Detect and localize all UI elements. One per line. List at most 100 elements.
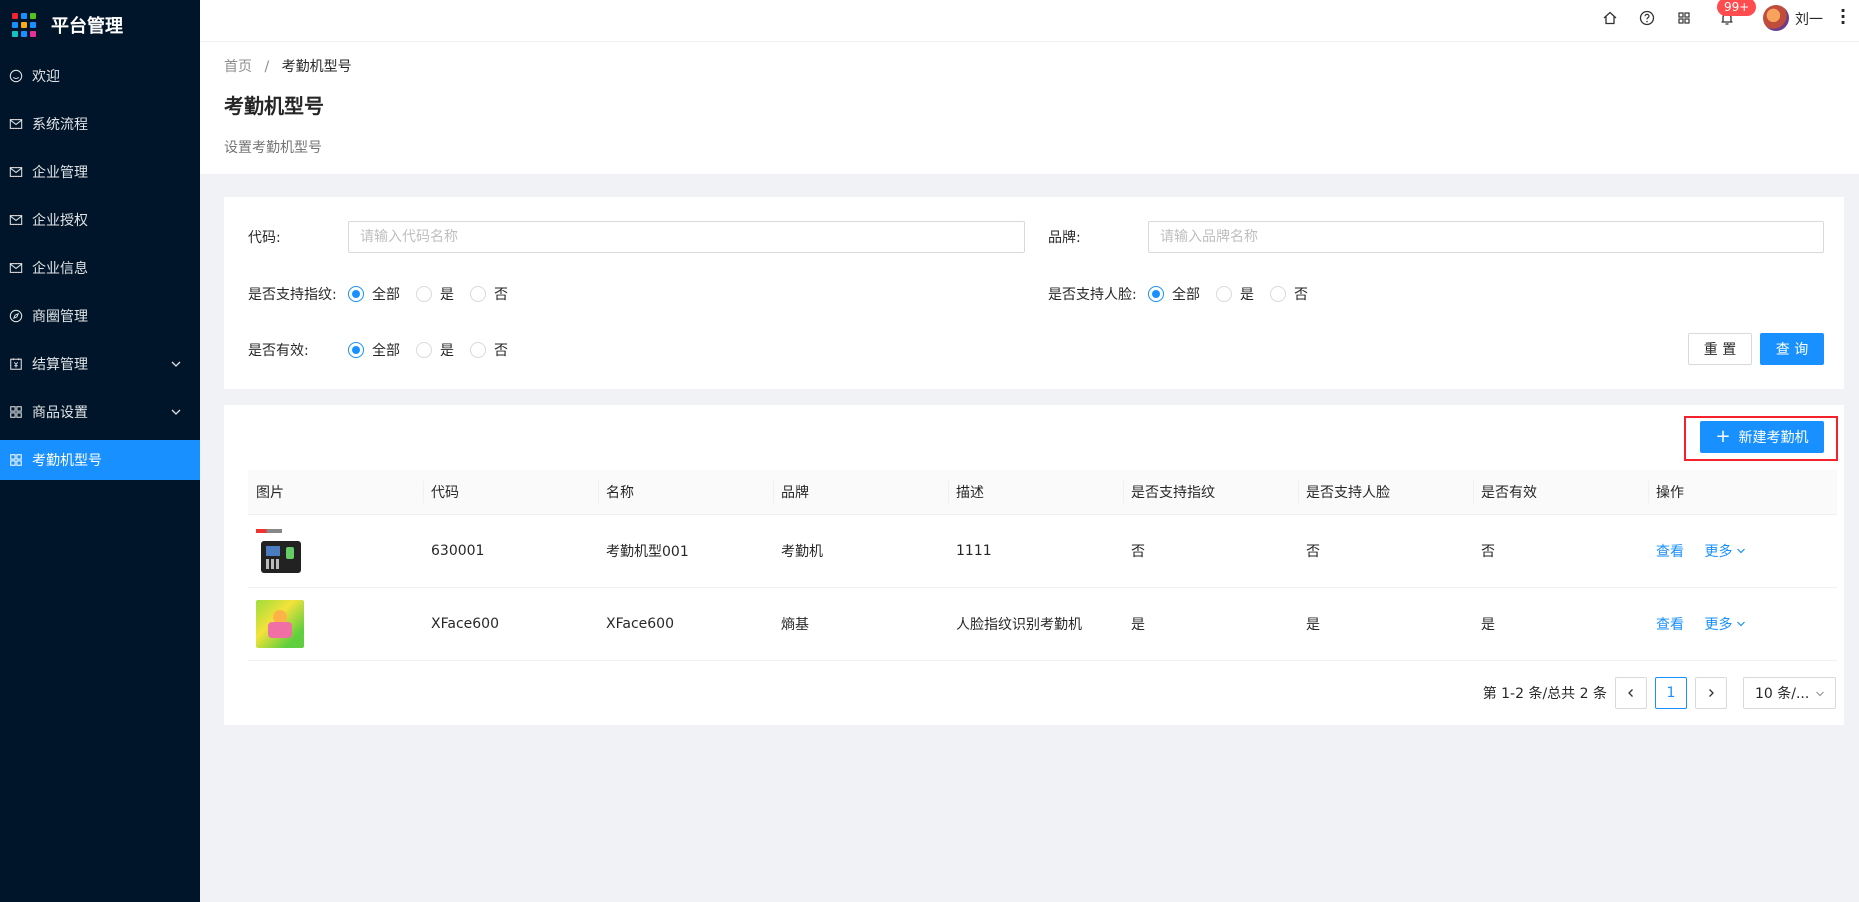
sidebar-item-label: 考勤机型号: [32, 453, 102, 469]
sidebar-item-system-flow[interactable]: 系统流程: [0, 104, 200, 144]
view-link[interactable]: 查看: [1656, 544, 1684, 560]
column-header: 名称: [598, 481, 773, 503]
radio-icon: [416, 286, 432, 302]
logo-grid-icon: [12, 13, 36, 37]
brand-input[interactable]: [1148, 221, 1824, 253]
valid-cell: 是: [1481, 617, 1495, 633]
radio-icon: [416, 342, 432, 358]
appstore-icon: [9, 405, 23, 419]
more-dropdown[interactable]: 更多: [1704, 541, 1746, 561]
table-card: + 新建考勤机 图片 代码 名称 品牌 描述 是否支持指纹 是否支持人脸 是否有…: [224, 405, 1844, 725]
notification-badge: 99+: [1717, 0, 1757, 16]
face-label: 是否支持人脸:: [1048, 287, 1137, 303]
next-page-button[interactable]: [1695, 677, 1727, 709]
breadcrumb-home[interactable]: 首页: [224, 59, 252, 75]
code-input[interactable]: [348, 221, 1025, 253]
column-header: 是否有效: [1473, 481, 1648, 503]
table-row: 630001 考勤机型001 考勤机 1111 否 否 否 查看 更多: [248, 515, 1837, 588]
sidebar-item-welcome[interactable]: 欢迎: [0, 56, 200, 96]
product-image[interactable]: [256, 600, 304, 648]
column-header: 品牌: [773, 481, 948, 503]
radio-label: 全部: [1172, 287, 1200, 303]
logo[interactable]: 平台管理: [0, 0, 200, 50]
more-dropdown[interactable]: 更多: [1704, 614, 1746, 634]
app-title: 平台管理: [51, 16, 123, 37]
page-1-button[interactable]: 1: [1655, 677, 1687, 709]
new-attendance-machine-button[interactable]: + 新建考勤机: [1700, 421, 1824, 453]
radio-icon: [1216, 286, 1232, 302]
chevron-down-icon: [1737, 548, 1746, 554]
table-header: 图片 代码 名称 品牌 描述 是否支持指纹 是否支持人脸 是否有效 操作: [248, 470, 1837, 515]
view-link[interactable]: 查看: [1656, 617, 1684, 633]
more-label: 更多: [1704, 617, 1733, 633]
radio-icon: [1270, 286, 1286, 302]
sidebar-item-label: 商圈管理: [32, 309, 88, 325]
code-label: 代码:: [248, 230, 281, 246]
question-icon[interactable]: [1638, 9, 1656, 27]
sidebar-item-product-settings[interactable]: 商品设置: [0, 392, 200, 432]
face-radio-all[interactable]: 全部: [1148, 284, 1200, 304]
column-header: 操作: [1648, 481, 1837, 503]
fingerprint-cell: 是: [1131, 617, 1145, 633]
face-radio-no[interactable]: 否: [1270, 284, 1308, 304]
home-icon[interactable]: [1601, 9, 1619, 27]
query-button[interactable]: 查 询: [1760, 333, 1824, 365]
code-cell: 630001: [431, 543, 485, 559]
reset-button[interactable]: 重 置: [1688, 333, 1752, 365]
sidebar: 平台管理 欢迎 系统流程 企业管理 企业授权 企业信息 商圈管理 结算管理 商品…: [0, 0, 200, 902]
avatar[interactable]: [1763, 5, 1789, 31]
username[interactable]: 刘一: [1795, 9, 1823, 29]
mail-icon: [9, 261, 23, 275]
chevron-down-icon: [1737, 621, 1746, 627]
valid-radio-group: 全部 是 否: [348, 340, 524, 360]
fingerprint-radio-yes[interactable]: 是: [416, 284, 454, 304]
column-header: 图片: [256, 485, 284, 501]
image-cell: [248, 527, 423, 575]
more-vertical-icon[interactable]: · · ·: [1840, 3, 1846, 31]
actions-cell: 查看 更多: [1648, 541, 1837, 561]
page-title: 考勤机型号: [224, 94, 324, 118]
sidebar-item-label: 企业管理: [32, 165, 88, 181]
table-row: XFace600 XFace600 熵基 人脸指纹识别考勤机 是 是 是 查看 …: [248, 588, 1837, 661]
radio-checked-icon: [1148, 286, 1164, 302]
valid-radio-no[interactable]: 否: [470, 340, 508, 360]
valid-radio-yes[interactable]: 是: [416, 340, 454, 360]
fingerprint-cell: 否: [1131, 544, 1145, 560]
prev-page-button[interactable]: [1615, 677, 1647, 709]
appstore-icon[interactable]: [1675, 9, 1693, 27]
column-header: 代码: [423, 481, 598, 503]
sidebar-item-enterprise-management[interactable]: 企业管理: [0, 152, 200, 192]
sidebar-item-label: 结算管理: [32, 357, 88, 373]
valid-cell: 否: [1481, 544, 1495, 560]
compass-icon: [9, 309, 23, 323]
chevron-left-icon: [1628, 689, 1633, 697]
mail-icon: [9, 213, 23, 227]
valid-radio-all[interactable]: 全部: [348, 340, 400, 360]
radio-checked-icon: [348, 286, 364, 302]
page-size-select[interactable]: 10 条/...: [1743, 677, 1836, 709]
face-radio-yes[interactable]: 是: [1216, 284, 1254, 304]
radio-checked-icon: [348, 342, 364, 358]
mail-icon: [9, 117, 23, 131]
sidebar-item-settlement[interactable]: 结算管理: [0, 344, 200, 384]
page-header: 首页 / 考勤机型号 考勤机型号 设置考勤机型号: [200, 42, 1859, 174]
column-header: 描述: [948, 481, 1123, 503]
breadcrumb-current: 考勤机型号: [281, 59, 352, 75]
sidebar-item-attendance-model[interactable]: 考勤机型号: [0, 440, 200, 480]
appstore-icon: [9, 453, 23, 467]
product-image[interactable]: [256, 527, 304, 575]
sidebar-item-label: 企业授权: [32, 213, 88, 229]
mail-icon: [9, 165, 23, 179]
fingerprint-radio-group: 全部 是 否: [348, 284, 524, 304]
pagination: 第 1-2 条/总共 2 条 1 10 条/...: [1483, 677, 1836, 709]
sidebar-item-enterprise-authorization[interactable]: 企业授权: [0, 200, 200, 240]
radio-label: 否: [494, 287, 508, 303]
radio-label: 否: [494, 343, 508, 359]
sidebar-item-business-district[interactable]: 商圈管理: [0, 296, 200, 336]
pagination-total: 第 1-2 条/总共 2 条: [1482, 686, 1607, 702]
fingerprint-radio-all[interactable]: 全部: [348, 284, 400, 304]
account-book-icon: [9, 357, 23, 371]
sidebar-item-enterprise-info[interactable]: 企业信息: [0, 248, 200, 288]
actions-cell: 查看 更多: [1648, 614, 1837, 634]
fingerprint-radio-no[interactable]: 否: [470, 284, 508, 304]
